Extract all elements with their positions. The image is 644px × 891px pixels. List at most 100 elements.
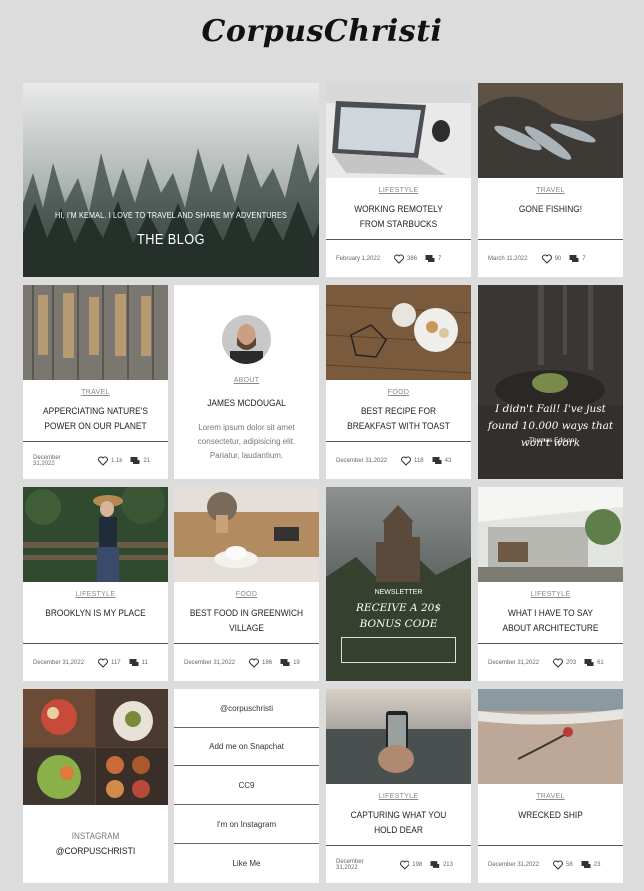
architecture-image [478, 487, 623, 582]
post-category[interactable]: FOOD [174, 591, 319, 598]
comment-icon[interactable] [130, 456, 140, 466]
instagram-card[interactable]: INSTAGRAM @CORPUSCHRISTI [23, 689, 168, 883]
quote-author: -Thomas Edison [526, 437, 575, 444]
post-date: December 31,2022 [488, 659, 540, 666]
post-card[interactable]: TRAVEL WRECKED SHIP December 31,2022 58 … [478, 689, 623, 883]
link-instagram[interactable]: I'm on Instagram [174, 805, 319, 844]
post-title[interactable]: APPERCIATING NATURE'S POWER ON OUR PLANE… [39, 404, 153, 434]
hero-title: THE BLOG [137, 231, 205, 248]
heart-icon[interactable] [98, 658, 109, 668]
heart-icon[interactable] [98, 456, 108, 466]
post-title[interactable]: BEST FOOD IN GREENWICH VILLAGE [190, 606, 304, 636]
comment-icon[interactable] [430, 860, 440, 870]
post-card[interactable]: LIFESTYLE BROOKLYN IS MY PLACE December … [23, 487, 168, 681]
like-count: 186 [262, 659, 273, 666]
post-card[interactable]: LIFESTYLE WORKING REMOTELY FROM STARBUCK… [326, 83, 471, 277]
post-card[interactable]: FOOD BEST RECIPE FOR BREAKFAST WITH TOAS… [326, 285, 471, 479]
post-meta: December 31,2022 1.1k 21 [23, 441, 168, 479]
post-date: February 1,2022 [336, 255, 381, 262]
post-title[interactable]: BROOKLYN IS MY PLACE [39, 606, 153, 621]
heart-icon[interactable] [541, 254, 552, 264]
beach-flower-image [478, 689, 623, 784]
post-meta: December 31,2022 186 19 [174, 643, 319, 681]
comment-count: 11 [141, 659, 148, 666]
post-category[interactable]: TRAVEL [478, 187, 623, 194]
post-meta: December 31,2022 203 61 [478, 643, 623, 681]
post-category[interactable]: TRAVEL [478, 793, 623, 800]
post-category[interactable]: FOOD [326, 389, 471, 396]
instagram-handle[interactable]: @CORPUSCHRISTI [30, 846, 161, 857]
post-card[interactable]: TRAVEL APPERCIATING NATURE'S POWER ON OU… [23, 285, 168, 479]
heart-icon[interactable] [553, 860, 564, 870]
post-category[interactable]: LIFESTYLE [478, 591, 623, 598]
post-card[interactable]: TRAVEL GONE FISHING! March 11,2022 90 7 [478, 83, 623, 277]
comment-icon[interactable] [280, 658, 290, 668]
newsletter-input[interactable] [341, 637, 456, 663]
post-category[interactable]: LIFESTYLE [326, 793, 471, 800]
newsletter-title: RECEIVE A 20$ BONUS CODE [356, 602, 441, 630]
quote-card: I didn't Fail! I've just found 10.000 wa… [478, 285, 623, 479]
about-text: Lorem ipsum dolor sit amet consectetur, … [197, 423, 296, 460]
heart-icon[interactable] [399, 860, 410, 870]
newsletter-label: NEWSLETTER [374, 589, 423, 596]
like-count: 1.1k [110, 457, 123, 464]
comment-count: 213 [442, 861, 453, 868]
link-corpuschristi[interactable]: @corpuschristi [174, 689, 319, 728]
link-snapchat[interactable]: Add me on Snapchat [174, 727, 319, 766]
comment-count: 7 [582, 255, 586, 262]
about-category[interactable]: ABOUT [174, 377, 319, 384]
site-logo[interactable]: CorpusChristi [0, 14, 644, 49]
like-count: 58 [566, 861, 573, 868]
laptop-image [326, 83, 471, 178]
comment-count: 23 [593, 861, 601, 868]
rope-image [23, 285, 168, 380]
post-title[interactable]: GONE FISHING! [494, 202, 608, 217]
post-category[interactable]: LIFESTYLE [326, 187, 471, 194]
link-cc9[interactable]: CC9 [174, 766, 319, 805]
post-title[interactable]: WHAT I HAVE TO SAY ABOUT ARCHITECTURE [494, 606, 608, 636]
post-title[interactable]: BEST RECIPE FOR BREAKFAST WITH TOAST [342, 404, 456, 434]
heart-icon[interactable] [553, 658, 564, 668]
breakfast-image [326, 285, 471, 380]
post-category[interactable]: LIFESTYLE [23, 591, 168, 598]
post-meta: February 1,2022 386 7 [326, 239, 471, 277]
woman-bench-image [23, 487, 168, 582]
comment-icon[interactable] [425, 254, 435, 264]
post-title[interactable]: CAPTURING WHAT YOU HOLD DEAR [342, 808, 456, 838]
newsletter-card: NEWSLETTER RECEIVE A 20$ BONUS CODE [326, 487, 471, 681]
like-count: 118 [414, 457, 424, 464]
post-title[interactable]: WRECKED SHIP [494, 808, 608, 823]
comment-count: 61 [597, 659, 604, 666]
post-card[interactable]: LIFESTYLE WHAT I HAVE TO SAY ABOUT ARCHI… [478, 487, 623, 681]
avatar[interactable] [222, 315, 271, 364]
like-count: 117 [111, 659, 121, 666]
comment-icon[interactable] [129, 658, 139, 668]
about-name: JAMES McDOUGAL [207, 398, 286, 409]
comment-icon[interactable] [432, 456, 442, 466]
post-card[interactable]: LIFESTYLE CAPTURING WHAT YOU HOLD DEAR D… [326, 689, 471, 883]
social-links-card: @corpuschristi Add me on Snapchat CC9 I'… [174, 689, 319, 883]
heart-icon[interactable] [401, 456, 412, 466]
comment-count: 21 [143, 457, 150, 464]
about-card: ABOUT JAMES McDOUGAL Lorem ipsum dolor s… [174, 285, 319, 479]
like-count: 386 [407, 255, 418, 262]
heart-icon[interactable] [394, 254, 405, 264]
post-date: December 31,2022 [33, 454, 61, 467]
comment-icon[interactable] [581, 860, 591, 870]
link-like-me[interactable]: Like Me [174, 844, 319, 882]
post-date: December 31,2022 [488, 861, 540, 868]
post-category[interactable]: TRAVEL [23, 389, 168, 396]
comment-icon[interactable] [569, 254, 579, 264]
post-meta: December 31,2022 58 23 [478, 845, 623, 883]
heart-icon[interactable] [249, 658, 260, 668]
like-count: 203 [566, 659, 577, 666]
post-date: December 31,2022 [336, 858, 364, 871]
post-date: December 31,2022 [184, 659, 236, 666]
like-count: 90 [554, 255, 562, 262]
hero-card[interactable]: HI, I'M KEMAL. I LOVE TO TRAVEL AND SHAR… [23, 83, 319, 277]
post-card[interactable]: FOOD BEST FOOD IN GREENWICH VILLAGE Dece… [174, 487, 319, 681]
comment-icon[interactable] [584, 658, 594, 668]
phone-photo-image [326, 689, 471, 784]
like-count: 198 [412, 861, 423, 868]
post-title[interactable]: WORKING REMOTELY FROM STARBUCKS [342, 202, 456, 232]
